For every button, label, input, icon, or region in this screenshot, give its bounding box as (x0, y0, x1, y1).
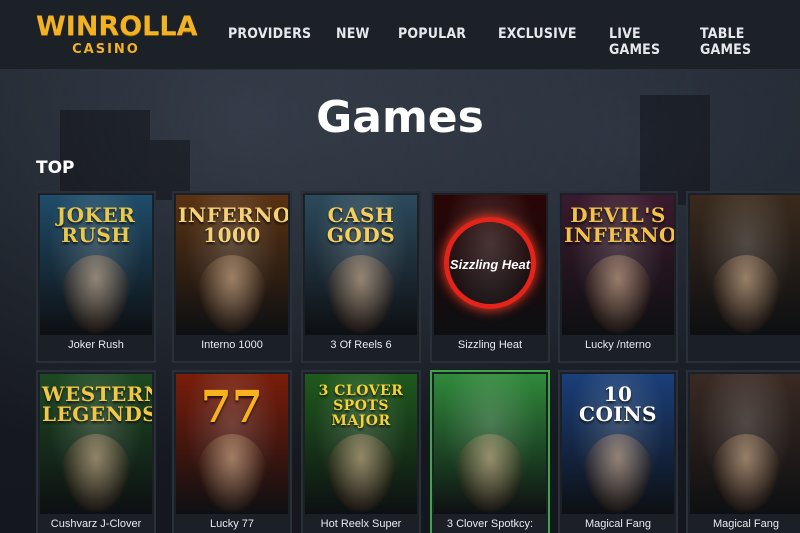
game-character-art (61, 434, 131, 514)
game-logo-text: 10 COINS (579, 382, 657, 426)
game-tile[interactable]: DEVIL'S INFERNO Lucky /nterno (558, 191, 678, 363)
game-logo-text: JOKER RUSH (56, 203, 136, 247)
game-character-art (326, 434, 396, 514)
game-thumbnail: 10 COINS (562, 374, 674, 514)
page-title: Games (316, 92, 484, 143)
game-logo-text: Sizzling Heat (449, 257, 531, 272)
game-thumbnail (690, 195, 800, 335)
game-thumbnail: CASH GODS (305, 195, 417, 335)
game-thumbnail: JOKER RUSH (40, 195, 152, 335)
game-thumbnail (434, 374, 546, 514)
nav-live-games[interactable]: LIVE GAMES (609, 26, 669, 58)
game-thumbnail (690, 374, 800, 514)
game-thumbnail: Sizzling Heat (434, 195, 546, 335)
game-tile[interactable] (686, 191, 800, 363)
game-logo-text: 77 (200, 382, 264, 433)
game-character-art (583, 434, 653, 514)
game-character-art (61, 255, 131, 335)
game-title: Lucky /nterno (584, 339, 652, 351)
game-tile[interactable]: JOKER RUSH Joker Rush (36, 191, 156, 363)
game-character-art (197, 434, 267, 514)
game-title: Interno 1000 (201, 339, 263, 351)
game-logo-text: INFERNO 1000 (178, 203, 288, 247)
game-tile[interactable]: Magical Fang (686, 370, 800, 533)
game-thumbnail: 3 CLOVER SPOTS MAJOR (305, 374, 417, 514)
game-title: Cushvarz J-Clover (50, 518, 142, 530)
logo-subtitle: CASINO (72, 42, 140, 57)
game-logo-text: DEVIL'S INFERNO (564, 203, 674, 247)
game-tile[interactable]: 77 Lucky 77 (172, 370, 292, 533)
nav-table-games[interactable]: TABLE GAMES (700, 26, 769, 58)
game-logo-text: WESTERN LEGENDS (42, 382, 152, 426)
game-tile[interactable]: 10 COINS Magical Fang (558, 370, 678, 533)
section-title-top: TOP (36, 158, 75, 178)
logo-wordmark: WINROLLA (36, 11, 198, 42)
game-character-art (711, 255, 781, 335)
game-character-art (197, 255, 267, 335)
game-tile[interactable]: 3 Clover Spotkcy: (430, 370, 550, 533)
game-title: Sizzling Heat (457, 339, 523, 351)
nav-providers[interactable]: PROVIDERS (228, 26, 311, 58)
game-character-art (711, 434, 781, 514)
game-thumbnail: DEVIL'S INFERNO (562, 195, 674, 335)
winrolla-logo[interactable]: WINROLLA CASINO (36, 11, 198, 60)
game-character-art (326, 255, 396, 335)
game-tile[interactable]: WESTERN LEGENDS Cushvarz J-Clover (36, 370, 156, 533)
game-title: Magical Fang (712, 518, 780, 530)
main-nav: PROVIDERS NEW POPULAR EXCLUSIVE LIVE GAM… (228, 26, 800, 58)
game-character-art (455, 434, 525, 514)
game-tile[interactable]: 3 CLOVER SPOTS MAJOR Hot Reelx Super (301, 370, 421, 533)
game-title: 3 Of Reels 6 (330, 339, 392, 351)
game-title: 3 Clover Spotkcy: (446, 518, 534, 530)
game-title: Magical Fang (584, 518, 652, 530)
game-thumbnail: WESTERN LEGENDS (40, 374, 152, 514)
game-tile[interactable]: Sizzling Heat Sizzling Heat (430, 191, 550, 363)
game-tile[interactable]: CASH GODS 3 Of Reels 6 (301, 191, 421, 363)
game-thumbnail: 77 (176, 374, 288, 514)
game-title: Joker Rush (68, 339, 124, 351)
game-thumbnail: INFERNO 1000 (176, 195, 288, 335)
nav-popular[interactable]: POPULAR (398, 26, 466, 58)
game-title: Lucky 77 (209, 518, 255, 530)
nav-exclusive[interactable]: EXCLUSIVE (498, 26, 577, 58)
game-logo-text: CASH GODS (326, 203, 396, 247)
game-character-art (583, 255, 653, 335)
top-navigation-bar: WINROLLA CASINO PROVIDERS NEW POPULAR EX… (0, 0, 800, 70)
nav-new[interactable]: NEW (336, 26, 370, 58)
game-title: Hot Reelx Super (320, 518, 402, 530)
game-logo-text: 3 CLOVER SPOTS MAJOR (318, 383, 404, 429)
game-tile[interactable]: INFERNO 1000 Interno 1000 (172, 191, 292, 363)
